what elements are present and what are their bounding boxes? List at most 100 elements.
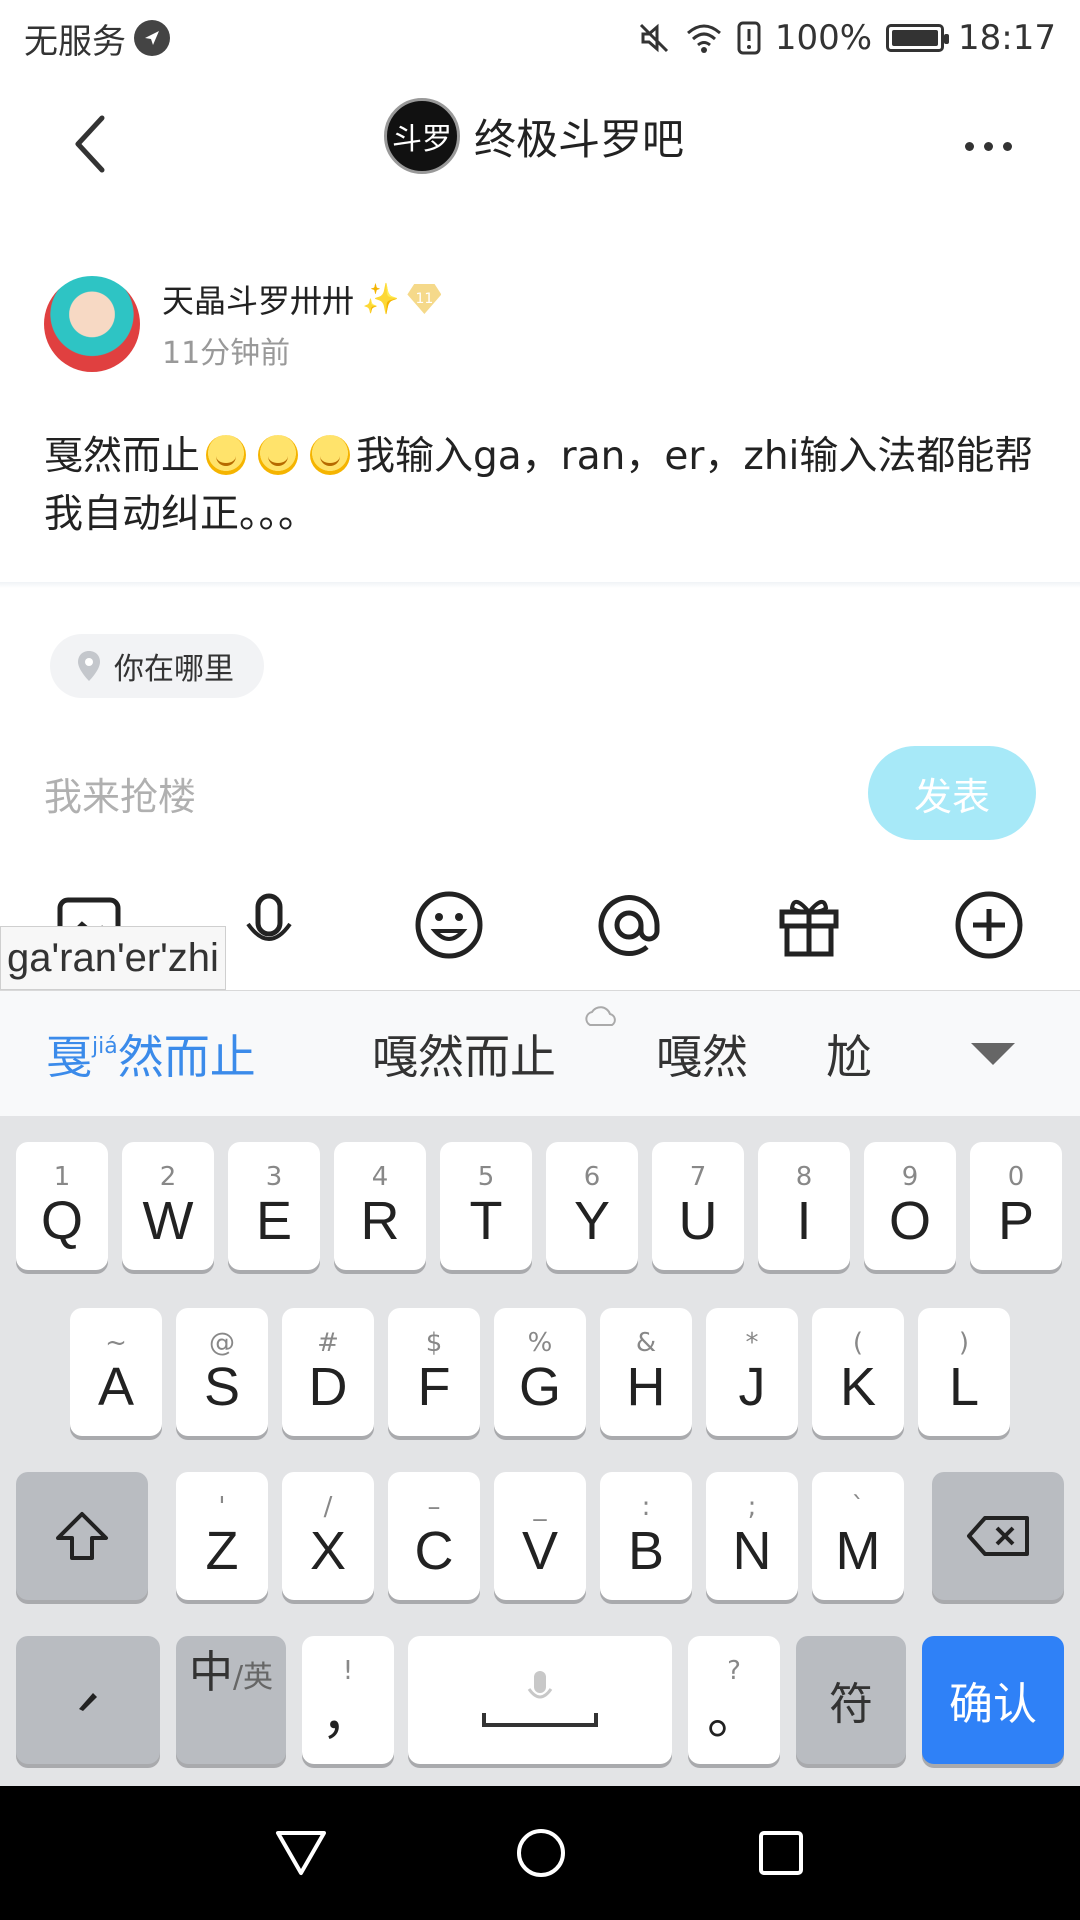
key-p[interactable]: 0P	[970, 1142, 1062, 1270]
language-switch-key[interactable]: 中/英	[176, 1636, 286, 1764]
wifi-icon	[686, 24, 721, 53]
key-hint: *	[745, 1328, 759, 1358]
symbols-label: 符	[829, 1679, 873, 1730]
key-label: J	[738, 1357, 766, 1417]
key-n[interactable]: ; N	[706, 1472, 798, 1600]
post-content: 戛然而止 我输入ga，ran，er，zhi输入法都能帮我自动纠正。。。	[44, 428, 1034, 544]
clock: 18:17	[958, 18, 1056, 58]
author-name[interactable]: 天晶斗罗卅卅	[162, 276, 354, 322]
location-chip[interactable]: 你在哪里	[50, 634, 264, 698]
more-options-button[interactable]	[948, 106, 1028, 186]
key-a[interactable]: ~ A	[70, 1308, 162, 1436]
nav-back-button[interactable]	[256, 1808, 346, 1898]
voice-button[interactable]	[224, 880, 314, 970]
plus-circle-icon	[955, 891, 1023, 959]
shift-key[interactable]	[16, 1472, 148, 1600]
key-s[interactable]: @ S	[176, 1308, 268, 1436]
key-z[interactable]: ' Z	[176, 1472, 268, 1600]
at-icon	[598, 895, 660, 956]
period-key[interactable]: ?。	[688, 1636, 780, 1764]
status-right: 100% 18:17	[637, 18, 1056, 58]
key-v[interactable]: _ V	[494, 1472, 586, 1600]
key-hint: %	[527, 1328, 553, 1358]
smile-emoji-icon	[206, 435, 247, 475]
confirm-key[interactable]: 确认	[922, 1636, 1064, 1764]
candidate-4[interactable]: 尬	[826, 1021, 872, 1087]
key-k[interactable]: (K	[812, 1308, 904, 1436]
key-hint: 7	[689, 1162, 707, 1192]
key-m[interactable]: ` M	[812, 1472, 904, 1600]
candidate-3[interactable]: 嘎然	[656, 1021, 748, 1087]
square-recents-icon	[759, 1831, 803, 1875]
key-g[interactable]: % G	[494, 1308, 586, 1436]
key-c[interactable]: – C	[388, 1472, 480, 1600]
key-label: I	[796, 1191, 812, 1251]
more-dot-icon	[983, 141, 993, 151]
symbols-key[interactable]: 符	[796, 1636, 906, 1764]
key-hint: /	[323, 1492, 333, 1522]
key-label: U	[678, 1191, 718, 1251]
nav-home-button[interactable]	[496, 1808, 586, 1898]
key-label: M	[835, 1521, 881, 1581]
key-label: Y	[573, 1191, 611, 1251]
sparkle-icon: ✨	[362, 281, 400, 317]
key-hint: :	[641, 1492, 651, 1522]
forum-logo: 斗罗	[384, 98, 460, 174]
key-j[interactable]: * J	[706, 1308, 798, 1436]
key-label: W	[142, 1191, 194, 1251]
key-u[interactable]: 7U	[652, 1142, 744, 1270]
comma-key[interactable]: !，	[302, 1636, 394, 1764]
key-o[interactable]: 9O	[864, 1142, 956, 1270]
mention-button[interactable]	[584, 880, 674, 970]
key-hint: _	[533, 1492, 547, 1522]
key-hint: `	[851, 1492, 865, 1522]
key-h[interactable]: & H	[600, 1308, 692, 1436]
key-q[interactable]: 1Q	[16, 1142, 108, 1270]
key-d[interactable]: # D	[282, 1308, 374, 1436]
key-l[interactable]: ) L	[918, 1308, 1010, 1436]
candidate-1[interactable]: 戛jiá然而止	[46, 1021, 256, 1087]
key-hint: !	[342, 1656, 354, 1686]
candidate-2[interactable]: 嘎然而止	[372, 1021, 556, 1087]
key-x[interactable]: / X	[282, 1472, 374, 1600]
key-label: B	[627, 1521, 665, 1581]
key-y[interactable]: 6Y	[546, 1142, 638, 1270]
key-t[interactable]: 5T	[440, 1142, 532, 1270]
key-label: P	[997, 1191, 1035, 1251]
key-r[interactable]: 4R	[334, 1142, 426, 1270]
key-hint: ;	[747, 1492, 757, 1522]
key-i[interactable]: 8I	[758, 1142, 850, 1270]
gift-button[interactable]	[764, 880, 854, 970]
reply-input[interactable]: 我来抢楼	[44, 766, 196, 821]
key-label: V	[521, 1521, 559, 1581]
key-hint: $	[425, 1328, 443, 1358]
key-w[interactable]: 2W	[122, 1142, 214, 1270]
handwriting-key[interactable]	[16, 1636, 160, 1764]
nav-recents-button[interactable]	[736, 1808, 826, 1898]
key-e[interactable]: 3E	[228, 1142, 320, 1270]
forum-title-area[interactable]: 斗罗 终极斗罗吧	[384, 98, 684, 174]
space-key[interactable]	[408, 1636, 672, 1764]
backspace-key[interactable]	[932, 1472, 1064, 1600]
key-hint: 1	[53, 1162, 71, 1192]
key-label: G	[518, 1357, 561, 1417]
post-author[interactable]: 天晶斗罗卅卅 ✨ 11 11分钟前	[44, 276, 442, 372]
expand-candidates-button[interactable]	[968, 1029, 1018, 1079]
key-label: O	[888, 1191, 931, 1251]
system-nav-bar	[0, 1786, 1080, 1920]
lang-en-label: /英	[232, 1660, 274, 1695]
back-button[interactable]	[60, 104, 120, 184]
key-hint: )	[958, 1328, 970, 1358]
microphone-icon	[527, 1671, 553, 1699]
send-button[interactable]: 发表	[868, 746, 1036, 840]
key-label: D	[308, 1357, 348, 1417]
key-hint: –	[427, 1492, 441, 1522]
candidate-bar: 戛jiá然而止 嘎然而止 嘎然 尬	[0, 990, 1080, 1116]
key-hint: ~	[105, 1328, 127, 1358]
key-f[interactable]: $ F	[388, 1308, 480, 1436]
keyboard: 1Q 2W 3E 4R 5T 6Y 7U 8I 9O 0P ~ A @ S # D $…	[0, 1116, 1080, 1786]
key-b[interactable]: :B	[600, 1472, 692, 1600]
add-more-button[interactable]	[944, 880, 1034, 970]
emoji-button[interactable]	[404, 880, 494, 970]
avatar[interactable]	[44, 276, 140, 372]
